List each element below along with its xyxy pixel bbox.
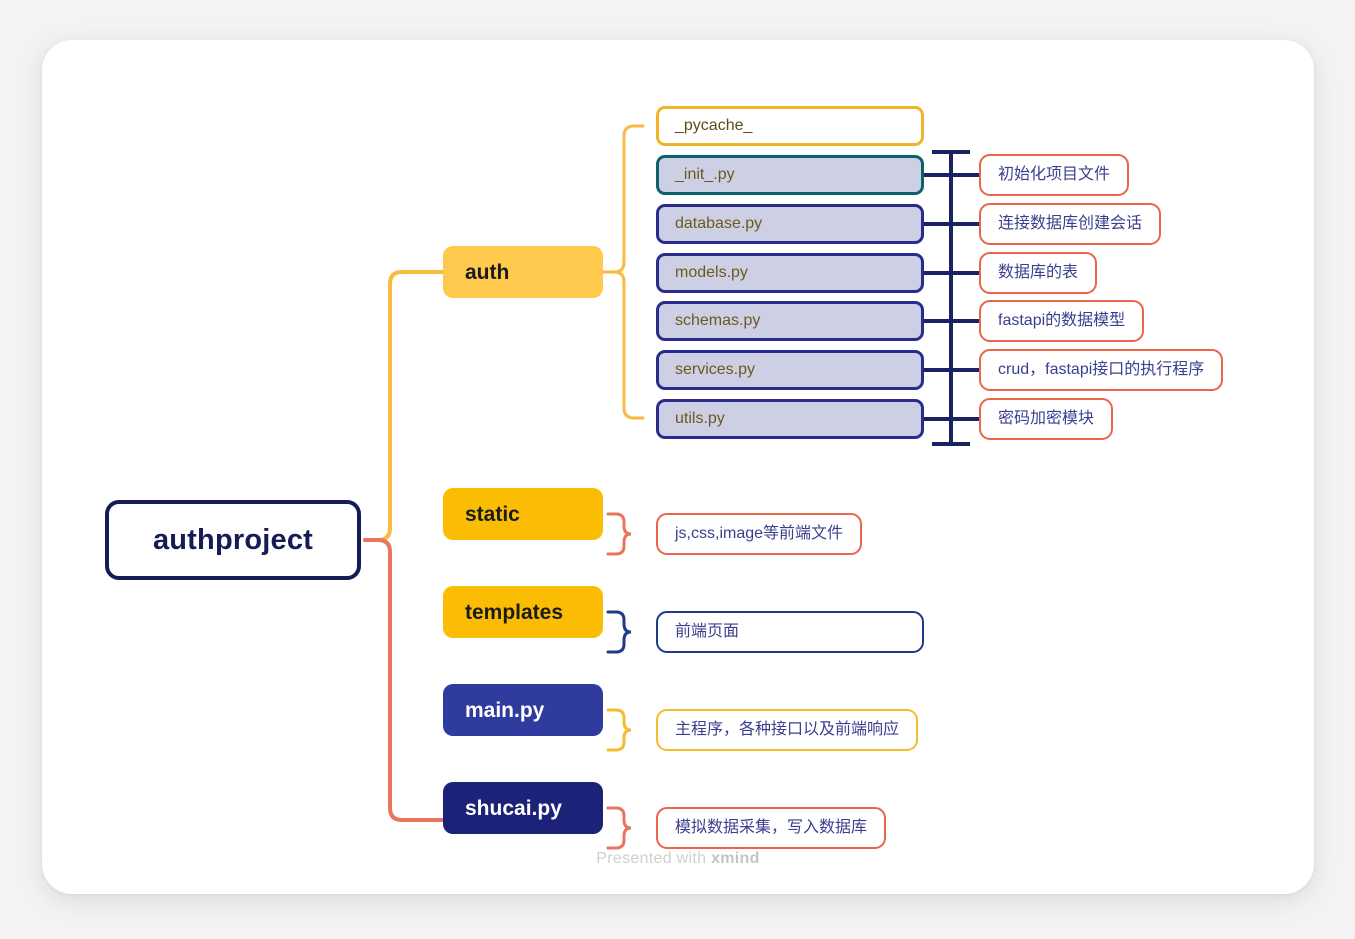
note-node-models-label: 数据库的表 [998,264,1079,281]
note-node-shucai-label: 模拟数据采集，写入数据库 [675,819,868,836]
file-node-pycache[interactable]: _pycache_ [656,106,924,146]
note-node-main[interactable]: 主程序，各种接口以及前端响应 [656,709,919,751]
note-node-database[interactable]: 连接数据库创建会话 [979,203,1162,245]
note-node-database-label: 连接数据库创建会话 [998,215,1143,232]
file-node-services[interactable]: services.py [656,350,924,390]
branch-node-main-label: main.py [465,698,545,722]
brace-shucai [606,806,632,850]
trunk-auth [363,270,445,542]
note-node-services-label: crud，fastapi接口的执行程序 [998,361,1205,378]
watermark-prefix: Presented with [596,850,712,867]
file-node-utils-label: utils.py [675,410,725,427]
file-node-init-label: _init_.py [675,166,735,183]
auth-brace-top [602,124,645,274]
branch-node-templates[interactable]: templates [443,586,603,638]
branch-node-main[interactable]: main.py [443,684,603,736]
file-node-init[interactable]: _init_.py [656,155,924,195]
file-node-pycache-label: _pycache_ [675,117,753,134]
note-node-services[interactable]: crud，fastapi接口的执行程序 [979,349,1224,391]
xmind-watermark: Presented with xmind [42,850,1314,868]
note-node-init[interactable]: 初始化项目文件 [979,154,1130,196]
file-node-schemas-label: schemas.py [675,312,761,329]
note-node-static[interactable]: js,css,image等前端文件 [656,513,863,555]
note-node-schemas-label: fastapi的数据模型 [998,312,1126,329]
branch-node-shucai[interactable]: shucai.py [443,782,603,834]
branch-node-static-label: static [465,502,520,526]
note-node-templates[interactable]: 前端页面 [656,611,924,653]
note-node-shucai[interactable]: 模拟数据采集，写入数据库 [656,807,887,849]
note-node-templates-label: 前端页面 [675,623,740,640]
branch-node-templates-label: templates [465,600,564,624]
mindmap-layer: authproject auth _pycache_ _init_.py dat… [42,40,1314,894]
note-node-init-label: 初始化项目文件 [998,166,1111,183]
branch-node-shucai-label: shucai.py [465,796,562,820]
file-node-database[interactable]: database.py [656,204,924,244]
branch-node-auth[interactable]: auth [443,246,603,298]
note-node-schemas[interactable]: fastapi的数据模型 [979,300,1145,342]
file-node-models[interactable]: models.py [656,253,924,293]
watermark-brand: xmind [711,850,760,867]
auth-brace-bottom [602,270,645,420]
brace-main [606,708,632,752]
file-node-utils[interactable]: utils.py [656,399,924,439]
mindmap-canvas-card[interactable]: authproject auth _pycache_ _init_.py dat… [42,40,1314,894]
trunk-lower [363,538,445,822]
branch-node-auth-label: auth [465,260,510,284]
file-node-models-label: models.py [675,264,748,281]
brace-static [606,512,632,556]
note-node-static-label: js,css,image等前端文件 [675,525,844,542]
branch-node-static[interactable]: static [443,488,603,540]
root-node-label: authproject [152,523,314,556]
note-node-main-label: 主程序，各种接口以及前端响应 [675,721,900,738]
note-node-models[interactable]: 数据库的表 [979,252,1098,294]
note-node-utils-label: 密码加密模块 [998,410,1095,427]
note-node-utils[interactable]: 密码加密模块 [979,398,1114,440]
file-node-schemas[interactable]: schemas.py [656,301,924,341]
file-node-services-label: services.py [675,361,756,378]
file-node-database-label: database.py [675,215,763,232]
brace-templates [606,610,632,654]
root-node-authproject[interactable]: authproject [105,500,361,580]
